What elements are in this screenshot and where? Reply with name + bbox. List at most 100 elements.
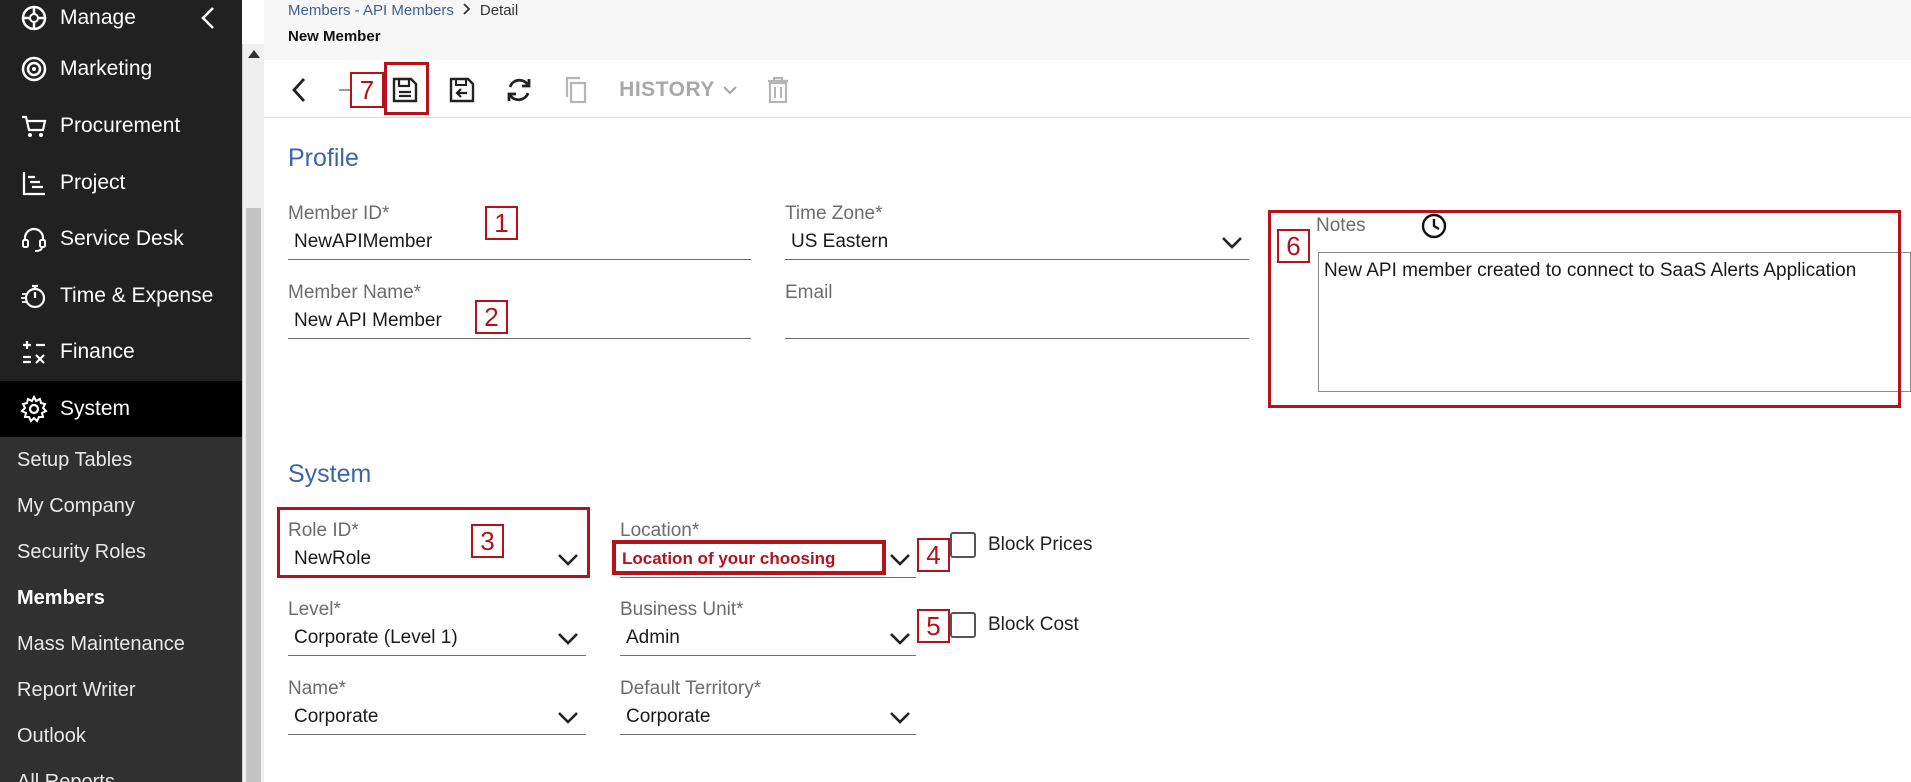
name-label: Name* xyxy=(288,678,347,699)
member-id-input[interactable]: NewAPIMember xyxy=(294,231,432,253)
sidebar-subitem-mass-maintenance[interactable]: Mass Maintenance xyxy=(17,633,185,656)
breadcrumb: Members - API Members Detail xyxy=(288,2,518,19)
block-cost-checkbox[interactable] xyxy=(950,612,976,638)
time-zone-select[interactable]: US Eastern xyxy=(791,231,888,253)
sidebar-scrollbar[interactable] xyxy=(242,44,264,782)
level-label: Level* xyxy=(288,599,341,620)
time-zone-underline xyxy=(785,259,1249,260)
block-prices-checkbox[interactable] xyxy=(950,532,976,558)
profile-section-title: Profile xyxy=(288,144,359,172)
chevron-down-icon[interactable] xyxy=(1221,236,1243,250)
sidebar: Manage Marketing Procurement Project Ser… xyxy=(0,0,242,782)
save-and-close-button[interactable] xyxy=(443,72,481,108)
sidebar-item-label: System xyxy=(60,397,131,420)
scroll-thumb[interactable] xyxy=(246,208,261,782)
sidebar-item-label: Time & Expense xyxy=(60,284,214,307)
default-territory-underline xyxy=(620,734,916,735)
chevron-down-icon[interactable] xyxy=(889,553,911,567)
chevron-down-icon xyxy=(723,85,737,95)
manage-icon xyxy=(19,3,49,33)
system-section-title: System xyxy=(288,460,372,488)
page-title: New Member xyxy=(288,28,381,45)
headset-icon xyxy=(19,224,49,254)
sidebar-subitem-my-company[interactable]: My Company xyxy=(17,495,135,518)
copy-button[interactable] xyxy=(557,72,595,108)
cart-icon xyxy=(19,111,49,141)
callout-number-7: 7 xyxy=(350,72,384,108)
member-name-underline xyxy=(288,338,751,339)
callout-number-5: 5 xyxy=(917,609,950,643)
name-underline xyxy=(288,734,586,735)
email-underline xyxy=(785,338,1249,339)
block-cost-label: Block Cost xyxy=(988,614,1079,635)
history-dropdown[interactable]: HISTORY xyxy=(615,72,741,108)
sidebar-subitem-all-reports[interactable]: All Reports xyxy=(17,771,115,782)
member-id-label: Member ID* xyxy=(288,203,390,224)
sidebar-item-project[interactable]: Project xyxy=(0,155,242,211)
callout-number-1: 1 xyxy=(485,206,518,240)
sidebar-item-label: Marketing xyxy=(60,57,153,80)
callout-number-4: 4 xyxy=(917,538,950,572)
sidebar-sub-nav: Setup Tables My Company Security Roles M… xyxy=(0,437,242,782)
sidebar-subitem-setup-tables[interactable]: Setup Tables xyxy=(17,449,132,472)
sidebar-main-nav: Manage Marketing Procurement Project Ser… xyxy=(0,0,242,437)
level-underline xyxy=(288,655,586,656)
member-id-underline xyxy=(288,259,751,260)
collapse-sidebar-icon[interactable] xyxy=(196,4,220,32)
sidebar-subitem-members[interactable]: Members xyxy=(17,587,105,610)
level-select[interactable]: Corporate (Level 1) xyxy=(294,627,458,649)
save-button-callout-box xyxy=(384,62,429,115)
gear-icon xyxy=(19,394,49,424)
history-label: HISTORY xyxy=(619,78,715,101)
sidebar-item-system[interactable]: System xyxy=(0,381,242,437)
notes-callout-box xyxy=(1268,210,1901,408)
sidebar-item-label: Finance xyxy=(60,340,135,363)
sidebar-subitem-report-writer[interactable]: Report Writer xyxy=(17,679,136,702)
sidebar-item-label: Project xyxy=(60,171,126,194)
refresh-button[interactable] xyxy=(500,72,538,108)
sidebar-item-marketing[interactable]: Marketing xyxy=(0,41,242,97)
sidebar-item-time-expense[interactable]: Time & Expense xyxy=(0,268,242,324)
chevron-down-icon[interactable] xyxy=(557,632,579,646)
callout-number-3: 3 xyxy=(471,524,504,558)
delete-button[interactable] xyxy=(761,72,795,108)
name-select[interactable]: Corporate xyxy=(294,706,379,728)
sidebar-item-label: Manage xyxy=(60,6,136,29)
email-label: Email xyxy=(785,282,833,303)
chevron-down-icon[interactable] xyxy=(557,711,579,725)
finance-icon xyxy=(19,337,49,367)
scroll-up-arrow-icon[interactable] xyxy=(248,50,260,58)
business-unit-label: Business Unit* xyxy=(620,599,744,620)
role-id-callout-box xyxy=(277,507,590,578)
stopwatch-icon xyxy=(19,281,49,311)
project-icon xyxy=(19,168,49,198)
toolbar: HISTORY xyxy=(264,62,1911,118)
back-button[interactable] xyxy=(284,72,314,108)
default-territory-label: Default Territory* xyxy=(620,678,762,699)
sidebar-item-procurement[interactable]: Procurement xyxy=(0,98,242,154)
chevron-down-icon[interactable] xyxy=(889,632,911,646)
target-icon xyxy=(19,54,49,84)
member-name-input[interactable]: New API Member xyxy=(294,310,442,332)
breadcrumb-current: Detail xyxy=(479,2,519,19)
breadcrumb-parent-link[interactable]: Members - API Members xyxy=(288,2,454,19)
member-name-label: Member Name* xyxy=(288,282,422,303)
location-select[interactable]: Location of your choosing xyxy=(612,540,886,575)
chevron-down-icon[interactable] xyxy=(889,711,911,725)
breadcrumb-separator-icon xyxy=(462,2,472,19)
business-unit-underline xyxy=(620,655,916,656)
location-label: Location* xyxy=(620,520,700,541)
sidebar-item-label: Procurement xyxy=(60,114,181,137)
block-prices-label: Block Prices xyxy=(988,534,1093,555)
business-unit-select[interactable]: Admin xyxy=(626,627,680,649)
sidebar-subitem-outlook[interactable]: Outlook xyxy=(17,725,86,748)
sidebar-item-service-desk[interactable]: Service Desk xyxy=(0,211,242,267)
sidebar-subitem-security-roles[interactable]: Security Roles xyxy=(17,541,146,564)
location-underline xyxy=(620,577,916,578)
time-zone-label: Time Zone* xyxy=(785,203,883,224)
callout-number-2: 2 xyxy=(475,300,508,334)
sidebar-item-label: Service Desk xyxy=(60,227,184,250)
callout-number-6: 6 xyxy=(1277,229,1310,263)
default-territory-select[interactable]: Corporate xyxy=(626,706,711,728)
sidebar-item-finance[interactable]: Finance xyxy=(0,324,242,380)
